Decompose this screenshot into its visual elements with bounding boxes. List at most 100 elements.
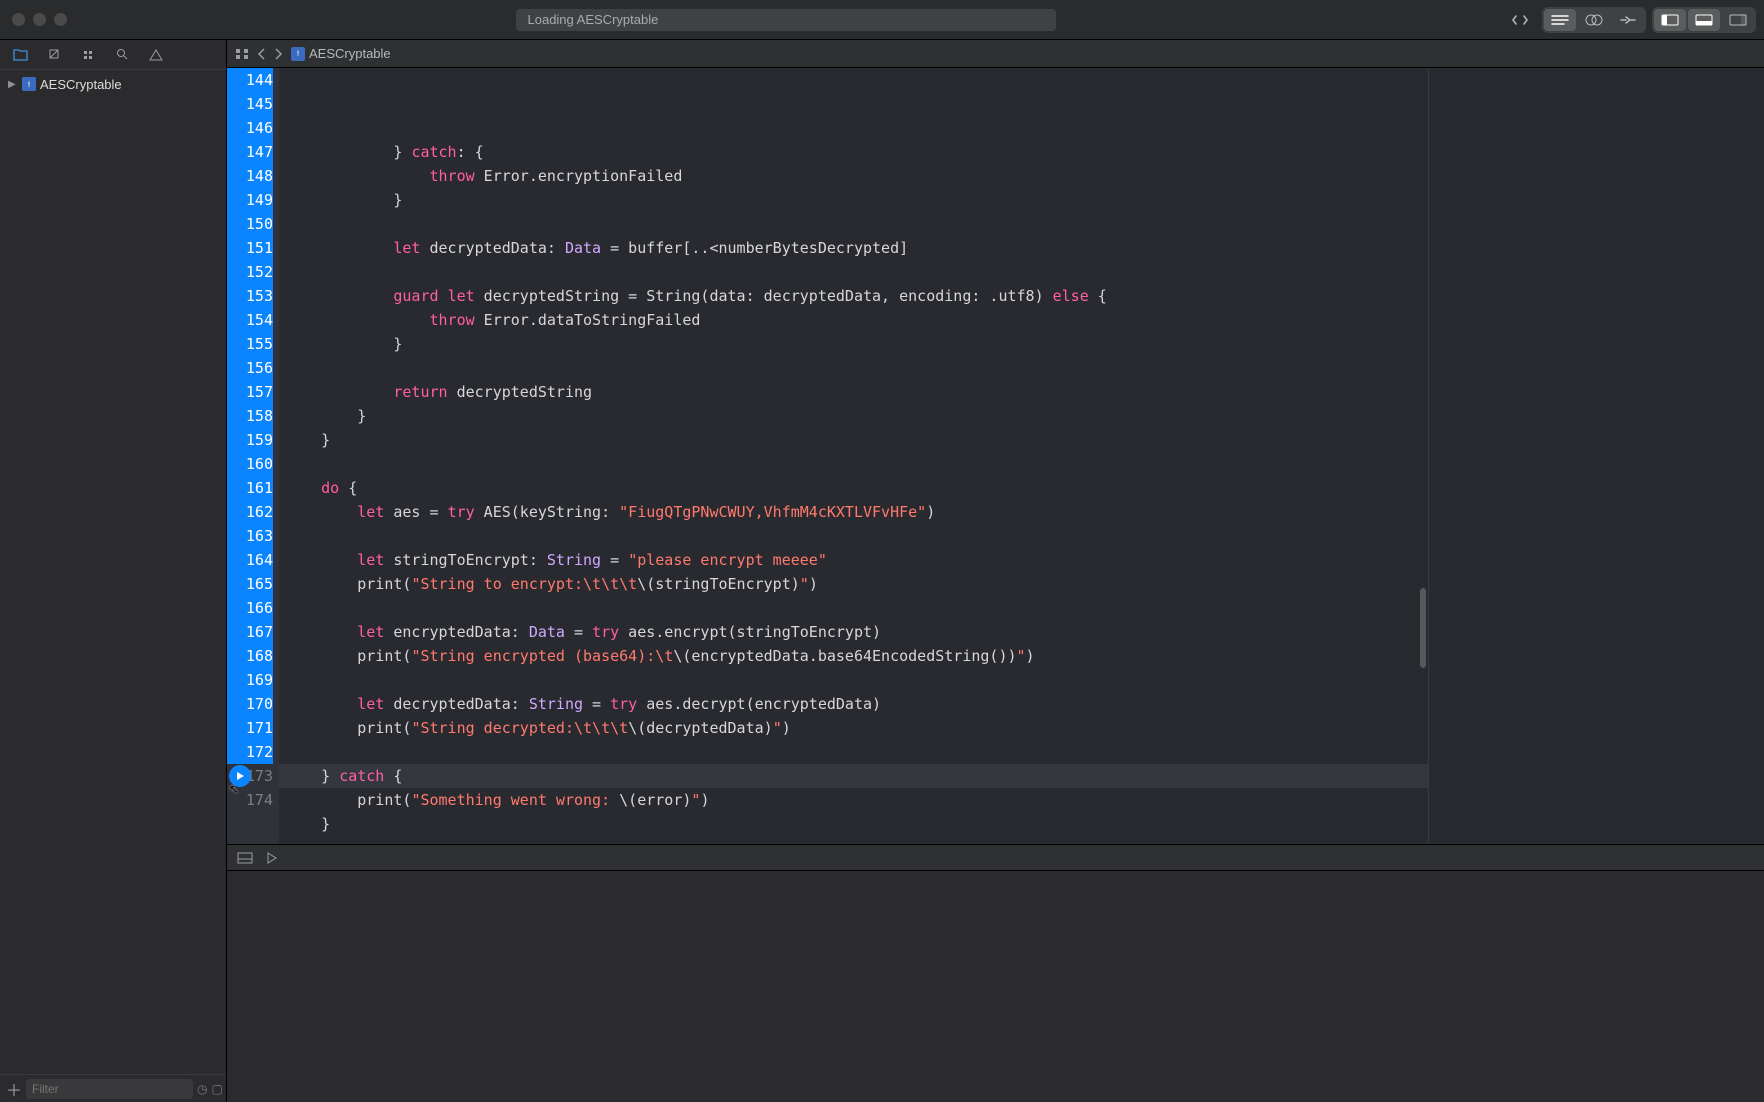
code-line[interactable]: } xyxy=(285,404,1428,428)
line-number[interactable]: 168 xyxy=(227,644,273,668)
code-editor[interactable]: 1441451461471481491501511521531541551561… xyxy=(227,68,1764,844)
line-number[interactable]: 145 xyxy=(227,92,273,116)
code-line[interactable]: let encryptedData: Data = try aes.encryp… xyxy=(285,620,1428,644)
playground-results-sidebar[interactable] xyxy=(1428,68,1764,844)
debug-console[interactable] xyxy=(227,870,1764,1102)
navigator-filter-bar: ＋ ◷ ▢ xyxy=(0,1074,226,1102)
line-number[interactable]: 156 xyxy=(227,356,273,380)
related-items-icon[interactable] xyxy=(235,48,249,60)
code-line[interactable]: throw Error.dataToStringFailed xyxy=(285,308,1428,332)
line-number[interactable]: 147 xyxy=(227,140,273,164)
zoom-window-button[interactable] xyxy=(54,13,67,26)
line-number[interactable]: 154 xyxy=(227,308,273,332)
toggle-bottom-panel-icon[interactable] xyxy=(1688,9,1720,31)
jump-bar-item[interactable]: ⟊ AESCryptable xyxy=(291,46,391,61)
line-number[interactable]: 172 xyxy=(227,740,273,764)
scm-filter-icon[interactable]: ▢ xyxy=(212,1082,223,1096)
line-number[interactable]: 165 xyxy=(227,572,273,596)
tree-item-label: AESCryptable xyxy=(40,77,122,92)
code-line[interactable]: do { xyxy=(285,476,1428,500)
code-line[interactable]: print("String encrypted (base64):\t\(enc… xyxy=(285,644,1428,668)
line-number[interactable]: 169 xyxy=(227,668,273,692)
code-line[interactable]: } xyxy=(285,428,1428,452)
line-number[interactable]: 155 xyxy=(227,332,273,356)
line-number[interactable]: 166 xyxy=(227,596,273,620)
code-line[interactable]: let aes = try AES(keyString: "FiugQTgPNw… xyxy=(285,500,1428,524)
code-line[interactable]: print("String to encrypt:\t\t\t\(stringT… xyxy=(285,572,1428,596)
code-line[interactable]: let stringToEncrypt: String = "please en… xyxy=(285,548,1428,572)
line-number[interactable]: 144 xyxy=(227,68,273,92)
line-number[interactable]: 151 xyxy=(227,236,273,260)
minimize-window-button[interactable] xyxy=(33,13,46,26)
line-number[interactable]: 167 xyxy=(227,620,273,644)
code-line[interactable] xyxy=(285,524,1428,548)
close-window-button[interactable] xyxy=(12,13,25,26)
line-number[interactable]: 171 xyxy=(227,716,273,740)
code-line[interactable]: } xyxy=(285,812,1428,836)
go-back-icon[interactable] xyxy=(257,48,266,60)
code-line[interactable]: } xyxy=(285,188,1428,212)
version-editor-icon[interactable] xyxy=(1612,9,1644,31)
go-forward-icon[interactable] xyxy=(274,48,283,60)
code-line[interactable] xyxy=(285,452,1428,476)
recent-filter-icon[interactable]: ◷ xyxy=(197,1082,207,1096)
project-navigator-icon[interactable] xyxy=(12,47,28,63)
code-line[interactable] xyxy=(285,740,1428,764)
editor-only-button[interactable] xyxy=(1544,9,1576,31)
line-number[interactable]: 158 xyxy=(227,404,273,428)
disclosure-triangle-icon[interactable]: ▶ xyxy=(8,79,18,90)
code-line[interactable] xyxy=(285,836,1428,844)
line-number[interactable]: 162 xyxy=(227,500,273,524)
code-line[interactable]: } xyxy=(285,332,1428,356)
code-line[interactable]: throw Error.encryptionFailed xyxy=(285,164,1428,188)
toggle-left-panel-icon[interactable] xyxy=(1654,9,1686,31)
code-line[interactable]: guard let decryptedString = String(data:… xyxy=(285,284,1428,308)
navigator-filter-input[interactable] xyxy=(26,1079,193,1099)
line-number[interactable]: 157 xyxy=(227,380,273,404)
line-gutter[interactable]: 1441451461471481491501511521531541551561… xyxy=(227,68,279,844)
toggle-right-panel-icon[interactable] xyxy=(1722,9,1754,31)
find-navigator-icon[interactable] xyxy=(114,47,130,63)
code-line[interactable] xyxy=(285,260,1428,284)
code-line[interactable] xyxy=(285,668,1428,692)
line-number[interactable]: 159 xyxy=(227,428,273,452)
code-line[interactable] xyxy=(285,356,1428,380)
line-number[interactable]: 153 xyxy=(227,284,273,308)
code-line[interactable]: } catch: { xyxy=(285,140,1428,164)
code-line[interactable]: print("String decrypted:\t\t\t\(decrypte… xyxy=(285,716,1428,740)
code-line[interactable]: print("Something went wrong: \(error)") xyxy=(285,788,1428,812)
line-number[interactable]: 152 xyxy=(227,260,273,284)
execute-playground-icon[interactable] xyxy=(267,852,277,864)
line-number[interactable]: 170 xyxy=(227,692,273,716)
toggle-debug-area-icon[interactable] xyxy=(237,852,253,864)
assistant-editor-icon[interactable] xyxy=(1578,9,1610,31)
navigator-panel: ▶ ⟊ AESCryptable ＋ ◷ ▢ xyxy=(0,40,227,1102)
line-number[interactable]: 148 xyxy=(227,164,273,188)
add-button[interactable]: ＋ xyxy=(6,1077,22,1101)
code-line[interactable]: let decryptedData: Data = buffer[..<numb… xyxy=(285,236,1428,260)
code-line[interactable] xyxy=(285,212,1428,236)
code-line[interactable]: return decryptedString xyxy=(285,380,1428,404)
titlebar: Loading AESCryptable xyxy=(0,0,1764,40)
line-number[interactable]: 146 xyxy=(227,116,273,140)
jump-bar[interactable]: ⟊ AESCryptable xyxy=(227,40,1764,68)
line-number[interactable]: 163 xyxy=(227,524,273,548)
line-number[interactable]: 164 xyxy=(227,548,273,572)
symbol-navigator-icon[interactable] xyxy=(80,47,96,63)
line-number[interactable]: 149 xyxy=(227,188,273,212)
activity-status-text: Loading AESCryptable xyxy=(528,12,659,27)
activity-status[interactable]: Loading AESCryptable xyxy=(516,9,1056,31)
code-line[interactable] xyxy=(285,596,1428,620)
line-number[interactable]: 160 xyxy=(227,452,273,476)
line-number[interactable]: 161 xyxy=(227,476,273,500)
source-text[interactable]: } catch: { throw Error.encryptionFailed … xyxy=(279,68,1428,844)
code-snippet-library-icon[interactable] xyxy=(1504,9,1536,31)
source-control-navigator-icon[interactable] xyxy=(46,47,62,63)
issue-navigator-icon[interactable] xyxy=(148,47,164,63)
code-line[interactable]: } catch { xyxy=(285,764,1428,788)
code-line[interactable]: let decryptedData: String = try aes.decr… xyxy=(285,692,1428,716)
project-tree[interactable]: ▶ ⟊ AESCryptable xyxy=(0,70,226,1074)
swift-file-icon: ⟊ xyxy=(291,47,305,61)
line-number[interactable]: 150 xyxy=(227,212,273,236)
tree-item-root[interactable]: ▶ ⟊ AESCryptable xyxy=(0,74,226,94)
